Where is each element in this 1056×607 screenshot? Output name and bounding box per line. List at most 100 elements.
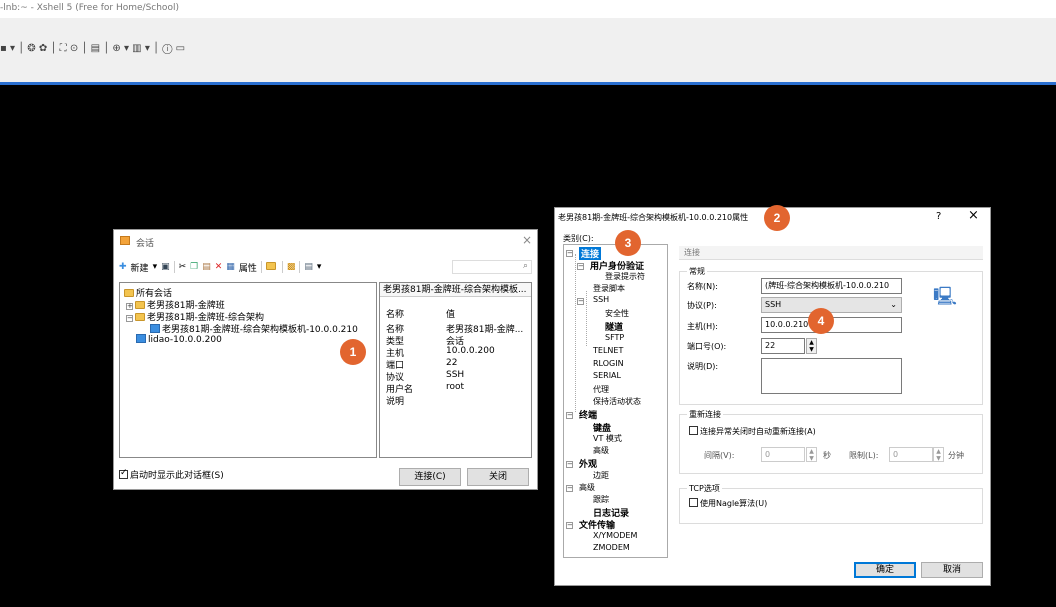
tree-trace[interactable]: 跟踪	[593, 494, 609, 505]
collapse-icon[interactable]: −	[577, 298, 584, 305]
toolbar-icon-strip[interactable]: ▪ ▾ │ ❂ ✿ │ ⛶ ⊙ │ ▤ │ ⊕ ▾ ▥ ▾ │ ⓘ ▭	[0, 43, 185, 54]
ok-button[interactable]: 确定	[854, 562, 916, 578]
window-title: -lnb:~ - Xshell 5 (Free for Home/School)	[0, 3, 179, 13]
search-icon: ⌕	[522, 261, 528, 271]
cut-icon[interactable]: ✂	[179, 262, 187, 272]
name-label: 名称(N):	[687, 282, 718, 291]
startup-checkbox[interactable]: 启动时显示此对话框(S)	[119, 468, 224, 481]
properties-button[interactable]: 属性	[239, 261, 257, 274]
protocol-label: 协议(P):	[687, 301, 717, 310]
tree-vt-mode[interactable]: VT 模式	[593, 433, 622, 444]
detail-value: root	[446, 382, 465, 392]
checkbox-icon	[689, 426, 698, 435]
view-icon[interactable]: ▤	[304, 262, 313, 272]
reconnect-group	[679, 414, 983, 474]
limit-unit: 分钟	[948, 451, 964, 460]
tree-sftp[interactable]: SFTP	[605, 333, 624, 342]
tree-serial[interactable]: SERIAL	[593, 371, 621, 380]
tree-appearance[interactable]: 外观	[579, 457, 597, 470]
close-icon[interactable]: ×	[522, 233, 532, 247]
tree-login-script[interactable]: 登录脚本	[593, 283, 625, 294]
collapse-icon[interactable]: −	[566, 461, 573, 468]
export-icon[interactable]: ▩	[287, 262, 296, 272]
search-input[interactable]: ⌕	[452, 260, 532, 274]
checkbox-icon	[689, 498, 698, 507]
close-icon[interactable]: ×	[968, 208, 979, 223]
annotation-badge-1: 1	[340, 339, 366, 365]
interval-field[interactable]: 0	[761, 447, 805, 462]
expand-icon[interactable]: +	[126, 303, 133, 310]
tree-advanced-terminal[interactable]: 高级	[593, 445, 609, 456]
checkbox-icon	[119, 468, 128, 479]
limit-stepper[interactable]: ▲ ▼	[933, 447, 944, 462]
help-icon[interactable]: ?	[936, 211, 941, 222]
annotation-badge-4: 4	[808, 308, 834, 334]
panel-title: 连接	[679, 246, 983, 260]
tree-login-prompt[interactable]: 登录提示符	[605, 271, 645, 282]
tree-tunnel[interactable]: 隧道	[605, 320, 623, 333]
cancel-button[interactable]: 取消	[921, 562, 983, 578]
general-group-title: 常规	[687, 266, 707, 277]
port-stepper[interactable]: ▲ ▼	[806, 338, 817, 354]
computer-icon: 🖳	[933, 286, 958, 307]
tcp-group-title: TCP选项	[687, 483, 722, 494]
tree-ssh[interactable]: SSH	[593, 295, 609, 304]
new-folder-icon[interactable]	[265, 262, 278, 272]
session-dialog: 会话 × ✚ 新建 ▾ ▣ ✂ ❐ ▤ ✕ ▦ 属性 ▩ ▤ ▾ ⌕ 所有会话 …	[113, 229, 538, 490]
tree-security[interactable]: 安全性	[605, 308, 629, 319]
tree-keepalive[interactable]: 保持活动状态	[593, 396, 641, 407]
details-header: 老男孩81期-金牌班-综合架构模板...	[380, 283, 531, 297]
tree-advanced[interactable]: 高级	[579, 482, 595, 493]
tree-rlogin[interactable]: RLOGIN	[593, 359, 624, 368]
new-session-icon[interactable]: ✚	[119, 262, 127, 272]
host-label: 主机(H):	[687, 322, 718, 331]
tree-zmodem[interactable]: ZMODEM	[593, 543, 630, 552]
collapse-icon[interactable]: −	[566, 522, 573, 529]
details-col-name: 名称	[386, 310, 405, 320]
new-button[interactable]: 新建	[131, 261, 149, 274]
annotation-badge-3: 3	[615, 230, 641, 256]
collapse-icon[interactable]: −	[126, 315, 133, 322]
properties-icon[interactable]: ▦	[226, 262, 235, 272]
tree-session-lidao[interactable]: lidao-10.0.0.200	[136, 334, 222, 345]
paste-icon[interactable]: ▤	[202, 262, 211, 272]
close-button[interactable]: 关闭	[467, 468, 529, 486]
tree-terminal[interactable]: 终端	[579, 408, 597, 421]
category-label: 类别(C):	[563, 234, 594, 243]
save-icon[interactable]: ▣	[161, 262, 170, 272]
protocol-select[interactable]: SSH ⌄	[761, 297, 902, 313]
collapse-icon[interactable]: −	[577, 263, 584, 270]
limit-field[interactable]: 0	[889, 447, 933, 462]
properties-dialog-title: 老男孩81期-金牌班-综合架构模板机-10.0.0.210属性	[558, 213, 749, 222]
port-field[interactable]: 22	[761, 338, 805, 354]
folder-icon	[135, 313, 145, 321]
session-tree[interactable]: 所有会话 + 老男孩81期-金牌班 − 老男孩81期-金牌班-综合架构 老男孩81期…	[119, 282, 377, 458]
name-field[interactable]: (牌班-综合架构模板机-10.0.0.210	[761, 278, 902, 294]
session-dialog-title: 会话	[136, 239, 155, 249]
tree-file-transfer[interactable]: 文件传输	[579, 518, 615, 531]
tree-proxy[interactable]: 代理	[593, 384, 609, 395]
interval-stepper[interactable]: ▲ ▼	[806, 447, 817, 462]
description-field[interactable]	[761, 358, 902, 394]
folder-icon	[124, 289, 134, 297]
limit-label: 限制(L):	[849, 451, 879, 460]
tree-telnet[interactable]: TELNET	[593, 346, 623, 355]
copy-icon[interactable]: ❐	[190, 262, 198, 272]
nagle-checkbox[interactable]: 使用Nagle算法(U)	[689, 498, 767, 509]
window-title-bar: -lnb:~ - Xshell 5 (Free for Home/School)	[0, 0, 1056, 18]
session-details-panel: 老男孩81期-金牌班-综合架构模板... 名称 值 名称 老男孩81期-金牌..…	[379, 282, 532, 458]
toolbar-icons[interactable]: ▪ ▾ │ ❂ ✿ │ ⛶ ⊙ │ ▤ │ ⊕ ▾ ▥ ▾ │ ⓘ ▭	[0, 40, 185, 56]
collapse-icon[interactable]: −	[566, 250, 573, 257]
collapse-icon[interactable]: −	[566, 485, 573, 492]
chevron-down-icon[interactable]: ▾	[317, 262, 322, 272]
session-toolbar: ✚ 新建 ▾ ▣ ✂ ❐ ▤ ✕ ▦ 属性 ▩ ▤ ▾	[119, 259, 321, 275]
delete-icon[interactable]: ✕	[215, 262, 223, 272]
details-col-value: 值	[446, 310, 456, 320]
reconnect-checkbox[interactable]: 连接异常关闭时自动重新连接(A)	[689, 426, 816, 437]
tree-xymodem[interactable]: X/YMODEM	[593, 531, 637, 540]
connect-button[interactable]: 连接(C)	[399, 468, 461, 486]
collapse-icon[interactable]: −	[566, 412, 573, 419]
category-tree[interactable]: − 连接 − 用户身份验证 登录提示符 登录脚本 − SSH 安全性 隧道 SF…	[563, 244, 668, 558]
chevron-down-icon[interactable]: ▾	[153, 262, 158, 272]
tree-margin[interactable]: 边距	[593, 470, 609, 481]
